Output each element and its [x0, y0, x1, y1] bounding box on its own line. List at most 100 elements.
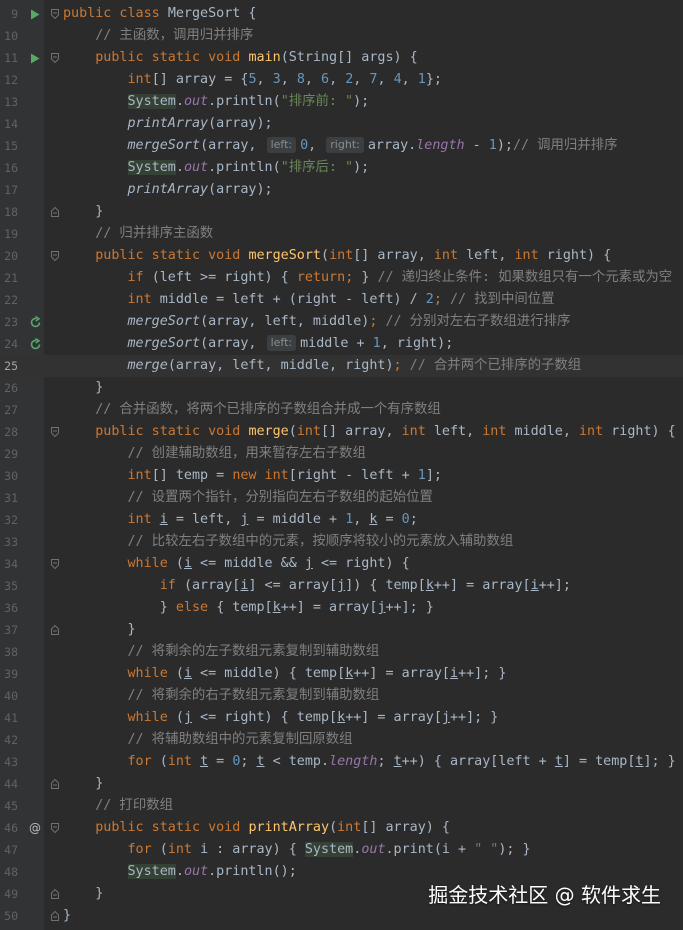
line-number[interactable]: 24 [0, 333, 18, 355]
line-number[interactable]: 23 [0, 311, 18, 333]
fold-end-icon[interactable] [51, 625, 59, 635]
code-line[interactable]: 31 // 设置两个指针，分别指向左右子数组的起始位置 [0, 487, 683, 509]
code-text[interactable]: // 主函数，调用归并排序 [63, 25, 253, 47]
line-number[interactable]: 25 [0, 355, 18, 377]
code-text[interactable]: // 归并排序主函数 [63, 223, 213, 245]
code-line[interactable]: 20 public static void mergeSort(int[] ar… [0, 245, 683, 267]
code-text[interactable]: System.out.println("排序前: "); [63, 91, 369, 113]
code-line[interactable]: 14 printArray(array); [0, 113, 683, 135]
fold-open-icon[interactable] [51, 823, 59, 833]
code-line[interactable]: 34 while (i <= middle && j <= right) { [0, 553, 683, 575]
fold-open-icon[interactable] [51, 427, 59, 437]
line-number[interactable]: 49 [0, 883, 18, 905]
code-line[interactable]: 28 public static void merge(int[] array,… [0, 421, 683, 443]
line-number[interactable]: 13 [0, 91, 18, 113]
code-text[interactable]: printArray(array); [63, 113, 272, 135]
line-number[interactable]: 34 [0, 553, 18, 575]
fold-open-icon[interactable] [51, 251, 59, 261]
code-line[interactable]: 50} [0, 905, 683, 927]
code-line[interactable]: 45 // 打印数组 [0, 795, 683, 817]
line-number[interactable]: 21 [0, 267, 18, 289]
line-number[interactable]: 33 [0, 531, 18, 553]
code-text[interactable]: for (int t = 0; t < temp.length; t++) { … [63, 751, 675, 773]
code-text[interactable]: for (int i : array) { System.out.print(i… [63, 839, 531, 861]
code-text[interactable]: int[] array = {5, 3, 8, 6, 2, 7, 4, 1}; [63, 69, 441, 91]
line-number[interactable]: 27 [0, 399, 18, 421]
line-number[interactable]: 46 [0, 817, 18, 839]
line-number[interactable]: 35 [0, 575, 18, 597]
line-number[interactable]: 39 [0, 663, 18, 685]
fold-end-icon[interactable] [51, 911, 59, 921]
code-line[interactable]: 40 // 将剩余的右子数组元素复制到辅助数组 [0, 685, 683, 707]
line-number[interactable]: 19 [0, 223, 18, 245]
code-text[interactable]: mergeSort(array, left, middle); // 分别对左右… [63, 311, 570, 333]
code-line[interactable]: 29 // 创建辅助数组，用来暂存左右子数组 [0, 443, 683, 465]
line-number[interactable]: 14 [0, 113, 18, 135]
line-number[interactable]: 50 [0, 905, 18, 927]
code-text[interactable]: } [63, 883, 103, 905]
code-text[interactable]: public class MergeSort { [63, 3, 257, 25]
line-number[interactable]: 38 [0, 641, 18, 663]
code-line[interactable]: 36 } else { temp[k++] = array[j++]; } [0, 597, 683, 619]
code-line[interactable]: 41 while (j <= right) { temp[k++] = arra… [0, 707, 683, 729]
fold-end-icon[interactable] [51, 207, 59, 217]
line-number[interactable]: 41 [0, 707, 18, 729]
code-line[interactable]: 27 // 合并函数，将两个已排序的子数组合并成一个有序数组 [0, 399, 683, 421]
code-text[interactable]: // 设置两个指针，分别指向左右子数组的起始位置 [63, 487, 432, 509]
code-line[interactable]: 19 // 归并排序主函数 [0, 223, 683, 245]
code-text[interactable]: // 比较左右子数组中的元素，按顺序将较小的元素放入辅助数组 [63, 531, 513, 553]
code-text[interactable]: merge(array, left, middle, right); // 合并… [63, 355, 581, 377]
line-number[interactable]: 48 [0, 861, 18, 883]
line-number[interactable]: 29 [0, 443, 18, 465]
line-number[interactable]: 10 [0, 25, 18, 47]
line-number[interactable]: 20 [0, 245, 18, 267]
code-line[interactable]: 12 int[] array = {5, 3, 8, 6, 2, 7, 4, 1… [0, 69, 683, 91]
code-text[interactable]: public static void printArray(int[] arra… [63, 817, 450, 839]
code-line[interactable]: 23 mergeSort(array, left, middle); // 分别… [0, 311, 683, 333]
code-line[interactable]: 43 for (int t = 0; t < temp.length; t++)… [0, 751, 683, 773]
code-line[interactable]: 42 // 将辅助数组中的元素复制回原数组 [0, 729, 683, 751]
fold-open-icon[interactable] [51, 9, 59, 19]
code-line[interactable]: 15 mergeSort(array, left: 0, right: array.… [0, 135, 683, 157]
line-number[interactable]: 30 [0, 465, 18, 487]
line-number[interactable]: 22 [0, 289, 18, 311]
code-text[interactable]: printArray(array); [63, 179, 272, 201]
code-line[interactable]: 17 printArray(array); [0, 179, 683, 201]
code-text[interactable]: // 打印数组 [63, 795, 173, 817]
line-number[interactable]: 40 [0, 685, 18, 707]
line-number[interactable]: 26 [0, 377, 18, 399]
recursive-call-icon[interactable] [28, 315, 42, 329]
code-text[interactable]: } else { temp[k++] = array[j++]; } [63, 597, 434, 619]
code-line[interactable]: 21 if (left >= right) { return; } // 递归终… [0, 267, 683, 289]
fold-open-icon[interactable] [51, 559, 59, 569]
code-line[interactable]: 16 System.out.println("排序后: "); [0, 157, 683, 179]
code-text[interactable]: // 将辅助数组中的元素复制回原数组 [63, 729, 352, 751]
code-text[interactable]: int[] temp = new int[right - left + 1]; [63, 465, 441, 487]
fold-end-icon[interactable] [51, 779, 59, 789]
code-line[interactable]: 9 public class MergeSort { [0, 3, 683, 25]
code-line[interactable]: 46 @ public static void printArray(int[] … [0, 817, 683, 839]
code-text[interactable]: if (left >= right) { return; } // 递归终止条件… [63, 267, 672, 289]
code-text[interactable]: while (i <= middle) { temp[k++] = array[… [63, 663, 506, 685]
line-number[interactable]: 36 [0, 597, 18, 619]
code-line[interactable]: 11 public static void main(String[] args… [0, 47, 683, 69]
line-number[interactable]: 43 [0, 751, 18, 773]
line-number[interactable]: 15 [0, 135, 18, 157]
line-number[interactable]: 28 [0, 421, 18, 443]
code-line[interactable]: 38 // 将剩余的左子数组元素复制到辅助数组 [0, 641, 683, 663]
code-text[interactable]: int i = left, j = middle + 1, k = 0; [63, 509, 417, 531]
recursive-call-icon[interactable] [28, 337, 42, 351]
code-text[interactable]: } [63, 201, 103, 223]
line-number[interactable]: 16 [0, 157, 18, 179]
code-text[interactable]: public static void merge(int[] array, in… [63, 421, 676, 443]
line-number[interactable]: 9 [0, 3, 18, 25]
code-line[interactable]: 26 } [0, 377, 683, 399]
code-text[interactable]: } [63, 619, 135, 641]
code-text[interactable]: System.out.println(); [63, 861, 297, 883]
code-line[interactable]: 24 mergeSort(array, left: middle + 1, rig… [0, 333, 683, 355]
code-text[interactable]: System.out.println("排序后: "); [63, 157, 369, 179]
code-text[interactable]: // 合并函数，将两个已排序的子数组合并成一个有序数组 [63, 399, 441, 421]
code-text[interactable]: public static void mergeSort(int[] array… [63, 245, 611, 267]
fold-open-icon[interactable] [51, 53, 59, 63]
code-line[interactable]: 33 // 比较左右子数组中的元素，按顺序将较小的元素放入辅助数组 [0, 531, 683, 553]
